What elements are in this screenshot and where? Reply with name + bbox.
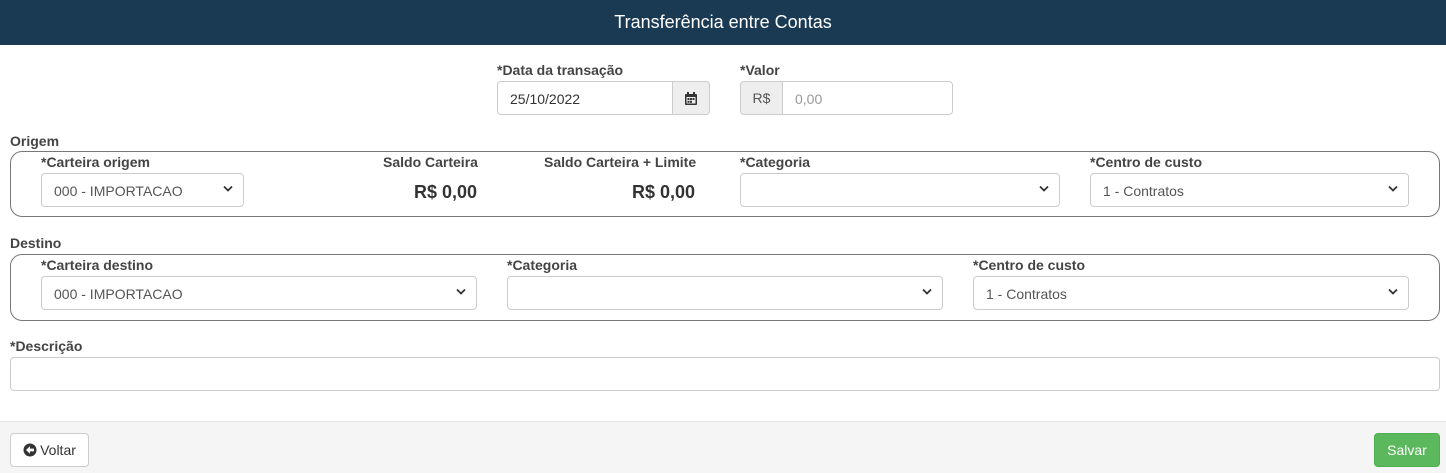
descricao-input[interactable]	[10, 357, 1440, 391]
saldo-carteira-value: R$ 0,00	[414, 182, 478, 202]
origem-centro-value: 1 - Contratos	[1103, 183, 1184, 199]
destino-centro-value: 1 - Contratos	[986, 286, 1067, 302]
calendar-button[interactable]	[673, 81, 710, 115]
origem-categoria-label: *Categoria	[740, 154, 811, 170]
chevron-down-icon	[1388, 185, 1398, 192]
calendar-icon	[685, 91, 697, 105]
value-label: *Valor	[740, 62, 780, 78]
chevron-down-icon	[922, 288, 932, 295]
value-input[interactable]: 0,00	[782, 81, 953, 115]
carteira-destino-select[interactable]: 000 - IMPORTACAO	[41, 276, 477, 310]
page-header: Transferência entre Contas	[0, 0, 1446, 45]
circle-arrow-left-icon	[23, 443, 37, 457]
date-value: 25/10/2022	[510, 91, 581, 107]
destino-categoria-label: *Categoria	[507, 257, 578, 273]
page-title: Transferência entre Contas	[614, 12, 832, 32]
voltar-label: Voltar	[40, 442, 76, 458]
form-footer: Voltar Salvar	[0, 421, 1446, 473]
chevron-down-icon	[1039, 185, 1049, 192]
voltar-button[interactable]: Voltar	[10, 433, 89, 467]
currency-addon: R$	[740, 81, 783, 115]
value-placeholder: 0,00	[795, 91, 823, 107]
chevron-down-icon	[223, 185, 233, 192]
saldo-limite-value: R$ 0,00	[632, 182, 696, 202]
destino-legend: Destino	[10, 235, 62, 251]
destino-centro-label: *Centro de custo	[973, 257, 1086, 273]
salvar-button[interactable]: Salvar	[1374, 433, 1440, 467]
carteira-origem-label: *Carteira origem	[41, 154, 150, 170]
origem-categoria-select[interactable]	[740, 173, 1060, 207]
destino-centro-select[interactable]: 1 - Contratos	[973, 276, 1409, 310]
destino-categoria-select[interactable]	[507, 276, 943, 310]
origem-centro-label: *Centro de custo	[1090, 154, 1203, 170]
carteira-origem-select[interactable]: 000 - IMPORTACAO	[41, 173, 244, 207]
chevron-down-icon	[1388, 288, 1398, 295]
date-label: *Data da transação	[497, 62, 624, 78]
carteira-origem-value: 000 - IMPORTACAO	[54, 183, 183, 199]
saldo-limite-label: Saldo Carteira + Limite	[544, 154, 697, 170]
origem-legend: Origem	[10, 133, 60, 149]
saldo-carteira-label: Saldo Carteira	[383, 154, 478, 170]
carteira-destino-label: *Carteira destino	[41, 257, 154, 273]
date-input[interactable]: 25/10/2022	[497, 81, 673, 115]
descricao-label: *Descrição	[10, 338, 83, 354]
origem-centro-select[interactable]: 1 - Contratos	[1090, 173, 1409, 207]
chevron-down-icon	[456, 288, 466, 295]
salvar-label: Salvar	[1387, 442, 1427, 458]
carteira-destino-value: 000 - IMPORTACAO	[54, 286, 183, 302]
